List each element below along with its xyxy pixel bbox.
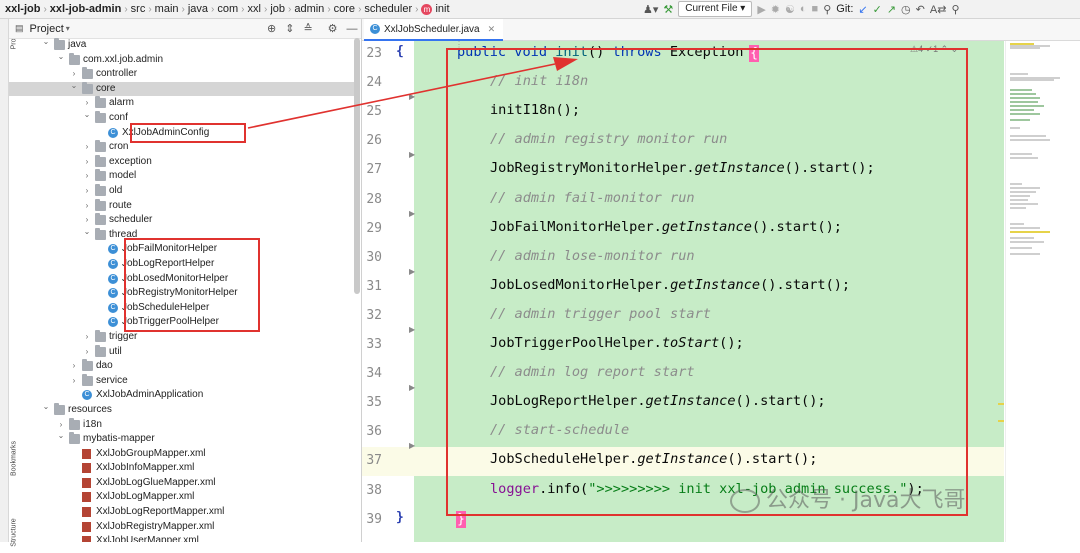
annotation-arrow <box>247 57 578 129</box>
watermark-text: 公众号 · Java大飞哥 <box>766 488 966 513</box>
watermark: 公众号 · Java大飞哥 <box>730 482 965 514</box>
arrow-head <box>553 57 578 71</box>
arrow-line <box>247 63 556 129</box>
wechat-icon <box>730 489 760 513</box>
